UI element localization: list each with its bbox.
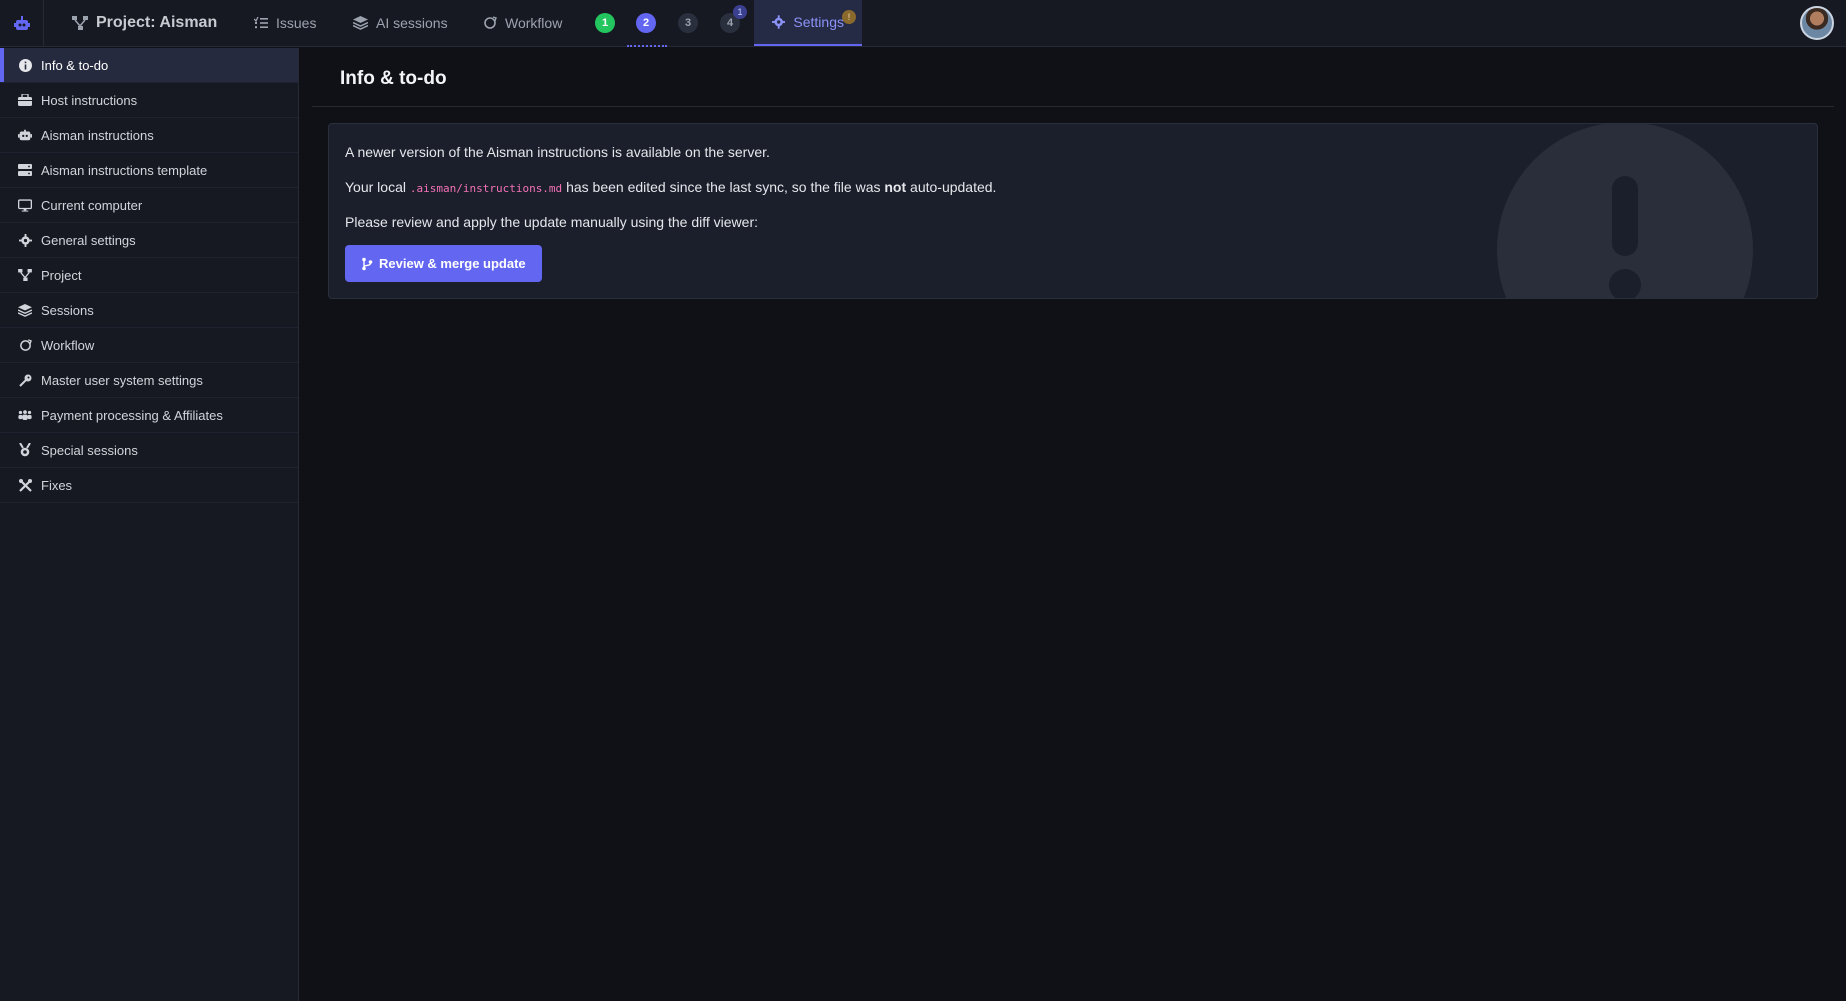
session-3-button[interactable]: 3 — [678, 13, 698, 33]
user-avatar[interactable] — [1800, 6, 1834, 40]
list-check-icon — [254, 17, 268, 29]
info-icon — [18, 58, 32, 72]
nav-settings-label: Settings — [793, 14, 844, 30]
session-1-button[interactable]: 1 — [595, 13, 615, 33]
tools-icon — [18, 478, 32, 492]
notice-line-2: Your local .aisman/instructions.md has b… — [345, 179, 996, 195]
nav-workflow[interactable]: Workflow — [483, 0, 562, 46]
review-merge-update-button[interactable]: Review & merge update — [345, 245, 542, 282]
notice-line-1: A newer version of the Aisman instructio… — [345, 144, 770, 160]
sidebar-item-current-computer[interactable]: Current computer — [0, 188, 298, 223]
gear-icon — [18, 233, 32, 247]
sidebar-item-project[interactable]: Project — [0, 258, 298, 293]
page-title: Info & to-do — [340, 68, 447, 89]
title-divider — [312, 106, 1834, 107]
sidebar-item-payment-processing[interactable]: Payment processing & Affiliates — [0, 398, 298, 433]
sidebar-item-master-user-system-settings[interactable]: Master user system settings — [0, 363, 298, 398]
sidebar-item-fixes[interactable]: Fixes — [0, 468, 298, 503]
sidebar-item-label: Master user system settings — [41, 372, 203, 388]
session-4-badge: 1 — [733, 5, 747, 19]
layers-icon — [18, 303, 32, 317]
sidebar-item-label: General settings — [41, 232, 136, 248]
nav-ai-sessions-label: AI sessions — [376, 15, 448, 31]
layers-icon — [353, 16, 368, 30]
project-title-text: Project: Aisman — [96, 14, 218, 31]
instructions-file-path: .aisman/instructions.md — [409, 182, 563, 195]
sidebar-item-label: Host instructions — [41, 92, 138, 108]
project-icon — [18, 268, 32, 282]
sidebar-item-aisman-instructions-template[interactable]: Aisman instructions template — [0, 153, 298, 188]
session-3-label: 3 — [684, 17, 692, 29]
session-2-button[interactable]: 2 — [636, 13, 656, 33]
sidebar-item-label: Fixes — [41, 477, 73, 493]
sidebar-item-label: Aisman instructions — [41, 127, 154, 143]
update-notice-card: A newer version of the Aisman instructio… — [328, 123, 1818, 299]
sidebar-item-label: Sessions — [41, 302, 94, 318]
sidebar-item-label: Workflow — [41, 337, 95, 353]
notice-line-2-pre: Your local — [345, 179, 410, 195]
project-title[interactable]: Project: Aisman — [72, 0, 217, 46]
sidebar-item-sessions[interactable]: Sessions — [0, 293, 298, 328]
key-icon — [18, 373, 32, 387]
nav-workflow-label: Workflow — [505, 15, 563, 31]
notice-line-3: Please review and apply the update manua… — [345, 214, 758, 230]
server-icon — [18, 163, 32, 177]
app-logo[interactable] — [0, 0, 44, 47]
sidebar-item-label: Current computer — [41, 197, 143, 213]
settings-sidebar: Info & to-do Host instructions Aisman in… — [0, 48, 299, 1001]
nav-ai-sessions[interactable]: AI sessions — [353, 0, 448, 46]
top-bar: Project: Aisman Issues AI sessions Workf… — [0, 0, 1846, 47]
session-4-badge-count: 1 — [737, 7, 743, 17]
review-merge-update-label: Review & merge update — [379, 256, 526, 271]
notice-line-2-post: auto-updated. — [906, 179, 997, 195]
session-1-label: 1 — [601, 17, 609, 29]
session-2-underline — [627, 45, 667, 47]
notice-line-2-mid: has been edited since the last sync, so … — [562, 179, 885, 195]
people-icon — [18, 408, 32, 422]
workflow-icon — [18, 338, 32, 352]
notice-line-2-bold: not — [884, 179, 907, 195]
sidebar-item-label: Payment processing & Affiliates — [41, 407, 223, 423]
session-2-label: 2 — [642, 17, 650, 29]
sidebar-item-aisman-instructions[interactable]: Aisman instructions — [0, 118, 298, 153]
gear-icon — [772, 15, 786, 29]
nav-issues-label: Issues — [276, 15, 317, 31]
sidebar-item-label: Info & to-do — [41, 57, 109, 73]
exclamation-watermark-icon — [1497, 124, 1753, 298]
sidebar-item-label: Project — [41, 267, 82, 283]
session-4-label: 4 — [726, 17, 734, 29]
sidebar-item-label: Special sessions — [41, 442, 138, 458]
settings-warning-badge-text: ! — [847, 12, 851, 22]
robot-icon — [18, 128, 32, 142]
settings-warning-badge: ! — [842, 10, 856, 24]
sidebar-item-host-instructions[interactable]: Host instructions — [0, 83, 298, 118]
sidebar-item-workflow[interactable]: Workflow — [0, 328, 298, 363]
nav-issues[interactable]: Issues — [254, 0, 316, 46]
git-branch-icon — [362, 257, 373, 270]
host-icon — [18, 93, 32, 107]
sidebar-item-general-settings[interactable]: General settings — [0, 223, 298, 258]
sidebar-item-label: Aisman instructions template — [41, 162, 208, 178]
robot-logo-icon — [13, 15, 30, 30]
project-icon — [72, 16, 88, 30]
monitor-icon — [18, 198, 32, 212]
workflow-icon — [484, 16, 497, 29]
sidebar-item-special-sessions[interactable]: Special sessions — [0, 433, 298, 468]
medal-icon — [18, 443, 32, 457]
sidebar-item-info-todo[interactable]: Info & to-do — [0, 48, 298, 83]
